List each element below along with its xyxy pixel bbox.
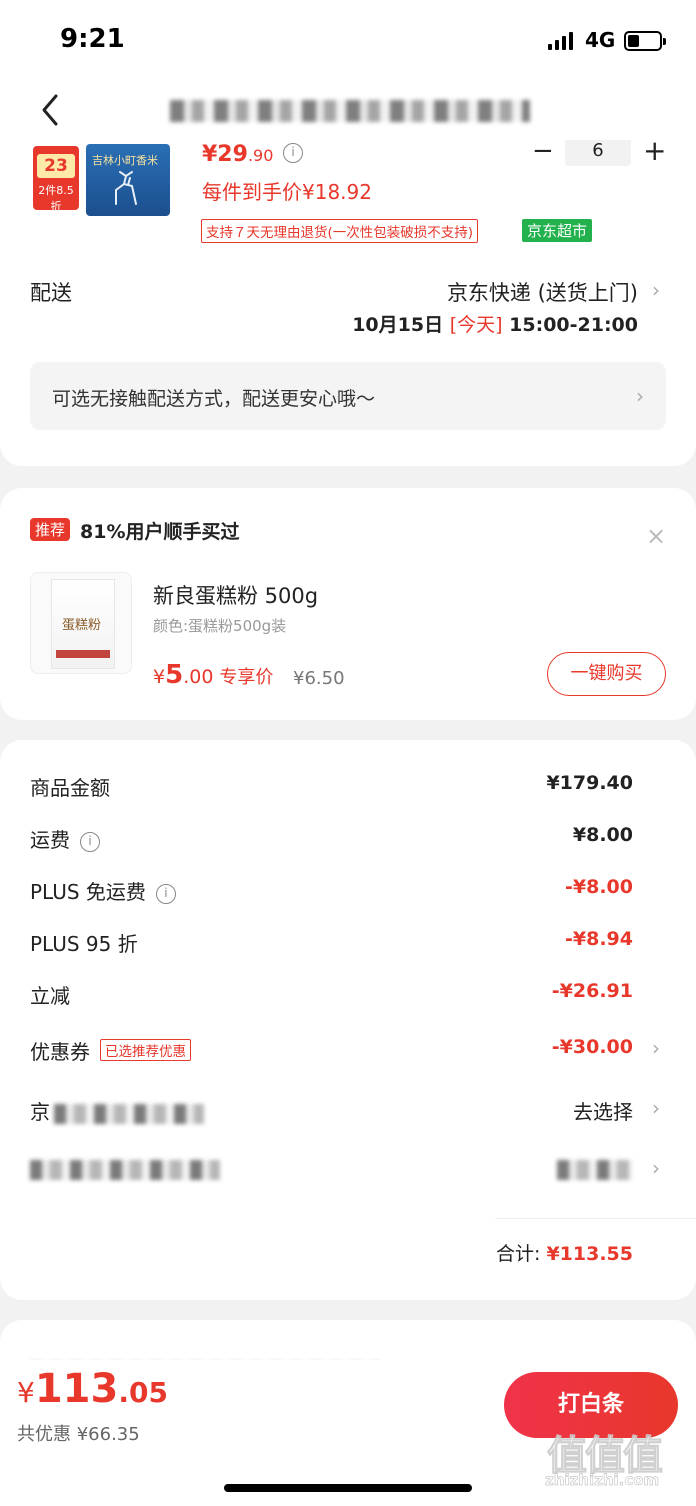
summary-row-plus-discount: PLUS 95 折 -¥8.94 bbox=[30, 928, 633, 956]
watermark-logo: 值值值 zhizhizhi.com bbox=[545, 1433, 664, 1490]
quantity-increase-button[interactable]: + bbox=[643, 134, 666, 167]
summary-row-jd-redacted[interactable]: 京 去选择 › bbox=[0, 1096, 696, 1136]
network-type: 4G bbox=[585, 28, 616, 52]
product-image[interactable]: 吉林小町香米 bbox=[86, 144, 170, 216]
price-summary-card: 商品金额 ¥179.40 运费 i ¥8.00 PLUS 免运费 i -¥8.00 … bbox=[0, 740, 696, 1300]
return-policy-tag: 支持７天无理由退货(一次性包装破损不支持) bbox=[201, 219, 479, 243]
signal-icon bbox=[548, 32, 574, 50]
recommend-image-text: 蛋糕粉 bbox=[62, 618, 102, 633]
store-tag: 京东超市 bbox=[522, 219, 593, 242]
chevron-right-icon: › bbox=[652, 1156, 660, 1180]
coupon-selected-tag: 已选推荐优惠 bbox=[100, 1039, 191, 1061]
nav-bar bbox=[0, 80, 696, 140]
recommend-price: ¥5.00 专享价 bbox=[153, 660, 274, 690]
subtotal: 合计: ¥113.55 bbox=[496, 1243, 633, 1265]
promo-badge-text: 2件8.5折 bbox=[38, 184, 74, 213]
status-bar: 9:21 4G bbox=[0, 0, 696, 80]
summary-row-instant-discount: 立减 -¥26.91 bbox=[30, 980, 633, 1008]
unit-price: 每件到手价¥18.92 bbox=[202, 180, 372, 204]
recommend-original-price: ¥6.50 bbox=[293, 668, 345, 689]
summary-row-goods: 商品金额 ¥179.40 bbox=[30, 772, 633, 800]
info-icon[interactable]: i bbox=[283, 143, 303, 163]
chevron-right-icon: › bbox=[652, 1096, 660, 1120]
promo-badge-price: 23 bbox=[37, 154, 75, 178]
page-title-redacted bbox=[170, 100, 530, 122]
close-icon[interactable]: × bbox=[646, 522, 666, 550]
product-image-text: 吉林小町香米 bbox=[92, 154, 158, 167]
quantity-input[interactable]: 6 bbox=[565, 140, 631, 166]
contactless-delivery-option[interactable]: 可选无接触配送方式，配送更安心哦～ › bbox=[30, 362, 666, 430]
battery-icon bbox=[624, 31, 666, 51]
contactless-text: 可选无接触配送方式，配送更安心哦～ bbox=[52, 388, 376, 410]
recommend-product-image[interactable]: 蛋糕粉 bbox=[30, 572, 132, 674]
shipping-label: 配送 bbox=[30, 281, 72, 305]
shipping-method[interactable]: 京东快递 (送货上门) bbox=[447, 277, 638, 307]
recommend-product-spec: 颜色:蛋糕粉500g装 bbox=[153, 617, 287, 635]
shipping-time: 10月15日 [今天] 15:00-21:00 bbox=[352, 314, 638, 336]
checkout-bar: ¥113.05 共优惠 ¥66.35 打白条 值值值 zhizhizhi.com bbox=[0, 1360, 696, 1506]
chevron-right-icon[interactable]: › bbox=[652, 278, 660, 302]
summary-row-coupon[interactable]: 优惠券 已选推荐优惠 -¥30.00 › bbox=[0, 1036, 696, 1076]
recommend-product-name[interactable]: 新良蛋糕粉 500g bbox=[153, 580, 318, 610]
product-card: 23 2件8.5折 吉林小町香米 ¥29.90 i − 6 + 每件到手价¥18… bbox=[0, 134, 696, 466]
one-click-buy-button[interactable]: 一键购买 bbox=[547, 652, 666, 696]
divider bbox=[495, 1218, 696, 1219]
back-chevron-icon[interactable] bbox=[36, 90, 66, 130]
promo-badge: 23 2件8.5折 bbox=[33, 146, 79, 213]
recommend-card: 推荐 81%用户顺手买过 × 蛋糕粉 新良蛋糕粉 500g 颜色:蛋糕粉500g… bbox=[0, 488, 696, 720]
summary-row-shipping: 运费 i ¥8.00 bbox=[30, 824, 633, 852]
info-icon[interactable]: i bbox=[155, 884, 176, 904]
recommend-tag: 推荐 bbox=[30, 518, 71, 541]
total-savings: 共优惠 ¥66.35 bbox=[17, 1424, 140, 1445]
summary-row-plus-free-shipping: PLUS 免运费 i -¥8.00 bbox=[30, 876, 633, 904]
chevron-right-icon: › bbox=[636, 384, 644, 408]
recommend-title: 81%用户顺手买过 bbox=[80, 521, 240, 543]
payable-amount: ¥113.05 bbox=[17, 1366, 168, 1412]
summary-row-redacted[interactable]: › bbox=[0, 1156, 696, 1196]
chevron-right-icon: › bbox=[652, 1036, 660, 1060]
info-icon[interactable]: i bbox=[80, 832, 100, 852]
deer-icon bbox=[115, 171, 137, 205]
home-indicator[interactable] bbox=[224, 1484, 472, 1492]
product-price: ¥29.90 bbox=[202, 142, 274, 167]
status-time: 9:21 bbox=[60, 24, 125, 54]
quantity-decrease-button[interactable]: − bbox=[532, 136, 554, 166]
